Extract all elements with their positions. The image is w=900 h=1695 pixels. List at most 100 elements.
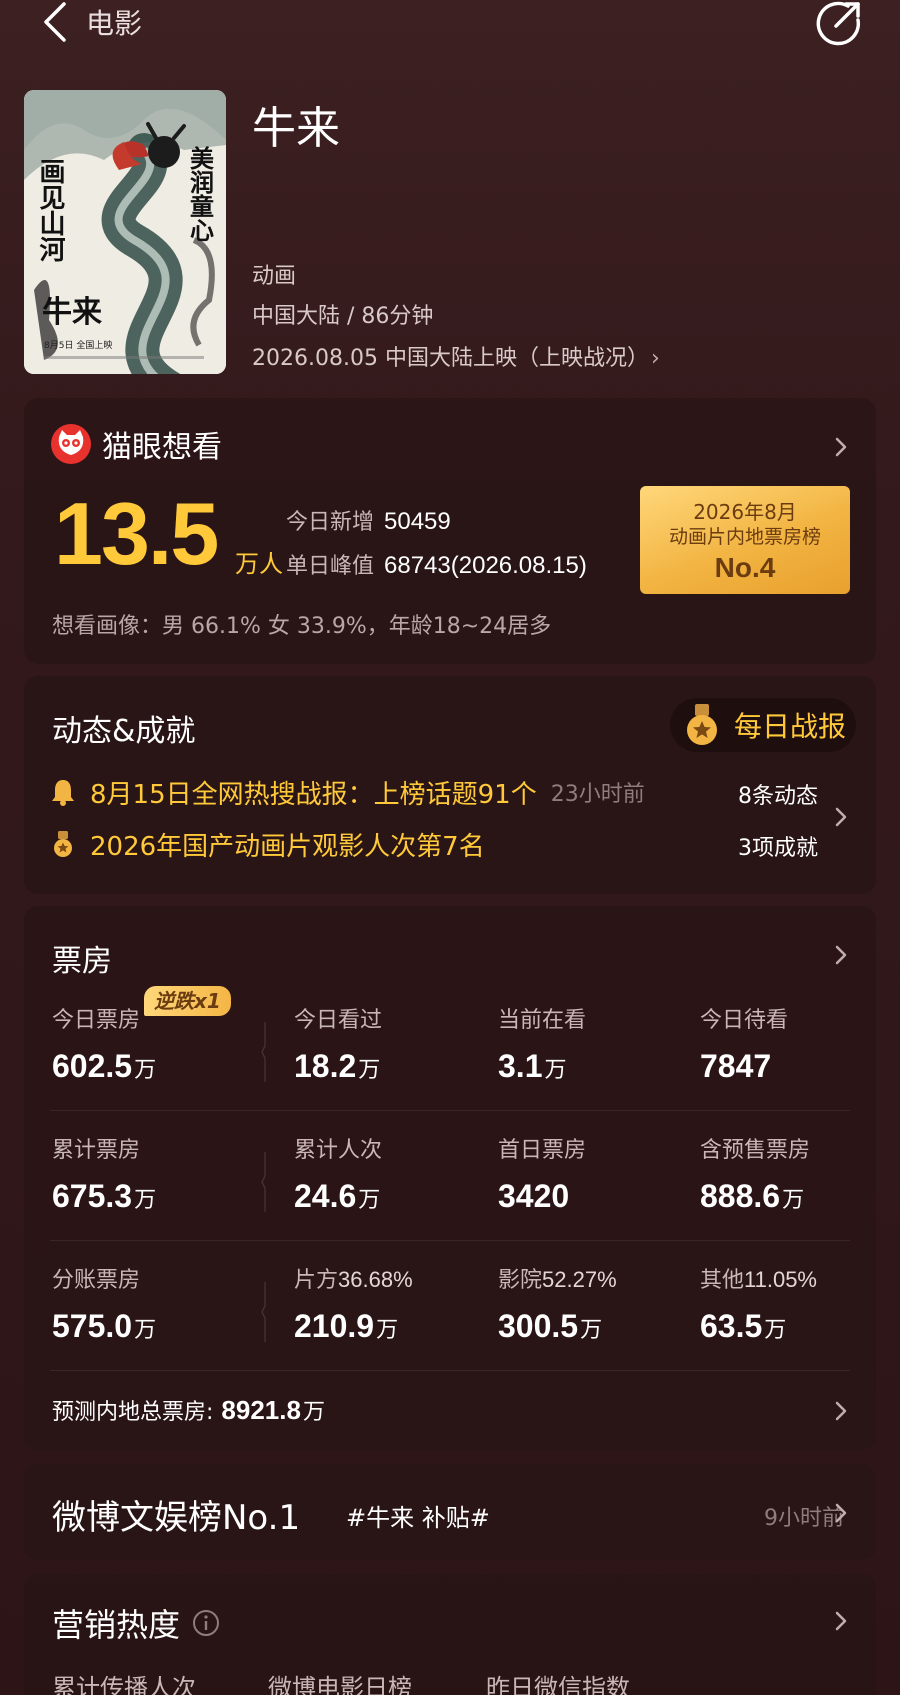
dynamics-item[interactable]: 8月15日全网热搜战报：上榜话题91个 23小时前: [50, 772, 645, 812]
peak-value: 68743(2026.08.15): [384, 552, 587, 579]
info-icon[interactable]: [192, 1609, 220, 1637]
release-info-text: 2026.08.05 中国大陆上映（上映战况）: [252, 346, 649, 371]
rank-badge-number: No.4: [714, 552, 776, 583]
forecast-label: 预测内地总票房:: [52, 1400, 214, 1425]
dynamics-card[interactable]: 动态&成就 每日战报 8月15日全网热搜战报：上榜话题91个 23小时前 202…: [24, 676, 876, 894]
stat-cell-total-box-office: 累计票房 675.3万: [52, 1132, 156, 1215]
stat-label: 累计票房: [52, 1138, 141, 1163]
stat-number: 3420: [498, 1178, 570, 1214]
marketing-heat-card[interactable]: 营销热度 累计传播人次 微博电影日榜 昨日微信指数: [24, 1574, 876, 1695]
stat-cell-producer-share: 片方36.68% 210.9万: [294, 1262, 413, 1345]
stat-number: 3.1: [498, 1048, 543, 1084]
today-new-value: 50459: [384, 508, 451, 535]
stat-percent: 36.68%: [338, 1267, 413, 1292]
stat-value: 24.6万: [294, 1178, 382, 1215]
forecast-box-office[interactable]: 预测内地总票房: 8921.8 万: [52, 1394, 325, 1426]
dynamics-count: 8条动态: [738, 784, 818, 809]
stat-label: 分账票房: [52, 1268, 141, 1293]
stat-number: 575.0: [52, 1308, 133, 1344]
chevron-right-icon[interactable]: [834, 1610, 848, 1632]
stat-cell-cinema-share: 影院52.27% 300.5万: [498, 1262, 617, 1345]
stat-label: 片方36.68%: [294, 1262, 413, 1294]
marketing-heat-header: 营销热度: [52, 1600, 220, 1646]
stat-number: 602.5: [52, 1048, 133, 1084]
movie-poster[interactable]: 画见山河 美润童心 牛来 8月5日 全国上映: [24, 90, 226, 374]
stat-value: 675.3万: [52, 1178, 156, 1215]
stat-cell-today-watched: 今日看过 18.2万: [294, 1002, 382, 1085]
share-button[interactable]: [814, 0, 864, 46]
movie-region-duration: 中国大陆 / 86分钟: [252, 304, 434, 329]
stat-unit: 万: [134, 1318, 157, 1343]
weibo-rank-title: 微博文娱榜No.1: [52, 1498, 301, 1538]
dynamics-title: 动态&成就: [52, 714, 196, 749]
stat-label: 首日票房: [498, 1138, 587, 1163]
stat-label: 其他11.05%: [700, 1262, 817, 1294]
movie-title: 牛来: [252, 103, 340, 154]
stat-cell-with-presale: 含预售票房 888.6万: [700, 1132, 810, 1215]
column-divider: [261, 1022, 266, 1082]
today-new-stat: 今日新增 50459: [286, 504, 451, 536]
stat-unit: 万: [358, 1188, 381, 1213]
box-office-row: 分账票房 575.0万 片方36.68% 210.9万 影院52.27% 300…: [24, 1262, 876, 1362]
box-office-rank-badge[interactable]: 2026年8月 动画片内地票房榜 No.4: [640, 486, 850, 594]
stat-number: 63.5: [700, 1308, 763, 1344]
rank-badge-month: 2026年8月: [693, 500, 797, 524]
release-info-link[interactable]: 2026.08.05 中国大陆上映（上映战况）›: [252, 340, 660, 372]
stat-value: 18.2万: [294, 1048, 382, 1085]
stat-label-text: 片方: [294, 1268, 339, 1293]
want-count-value: 13.5: [54, 484, 219, 583]
achievement-item[interactable]: 2026年国产动画片观影人次第7名: [50, 824, 485, 864]
back-button[interactable]: [38, 2, 78, 42]
maoyan-cat-logo-icon: [51, 424, 91, 464]
stat-value: 300.5万: [498, 1308, 617, 1345]
weibo-rank-card[interactable]: 微博文娱榜No.1 #牛来 补贴# 9小时前: [24, 1464, 876, 1560]
movie-genre: 动画: [252, 264, 297, 289]
weibo-hashtag: #牛来 补贴#: [346, 1504, 490, 1532]
stat-cell-to-watch: 今日待看 7847: [700, 1002, 788, 1085]
poster-date-text: 8月5日 全国上映: [44, 339, 112, 351]
dynamics-item-text: 8月15日全网热搜战报：上榜话题91个: [90, 779, 537, 810]
stat-value: 63.5万: [700, 1308, 817, 1345]
achievement-item-text: 2026年国产动画片观影人次第7名: [90, 831, 485, 862]
stat-unit: 万: [134, 1058, 157, 1083]
want-count-unit: 万人: [235, 550, 283, 578]
stat-cell-today-box-office: 今日票房 602.5万: [52, 1002, 156, 1085]
peak-label: 单日峰值: [286, 554, 375, 579]
daily-report-button[interactable]: 每日战报: [670, 698, 856, 752]
rank-badge-category: 动画片内地票房榜: [668, 526, 821, 548]
stat-value: 210.9万: [294, 1308, 413, 1345]
stat-label: 当前在看: [498, 1008, 587, 1033]
stat-label: 今日票房: [52, 1008, 141, 1033]
stat-number: 7847: [700, 1048, 772, 1084]
chevron-right-icon[interactable]: [834, 1400, 848, 1422]
chevron-right-icon[interactable]: [834, 944, 848, 966]
stat-number: 210.9: [294, 1308, 375, 1344]
poster-calligraphy-left: 画见山河: [35, 158, 65, 262]
chevron-right-icon[interactable]: [834, 1502, 848, 1524]
medal-icon: [687, 704, 717, 745]
stat-unit: 万: [782, 1188, 805, 1213]
stat-cell-now-watching: 当前在看 3.1万: [498, 1002, 586, 1085]
marketing-stat-label: 昨日微信指数: [486, 1674, 630, 1695]
marketing-stat-label: 累计传播人次: [52, 1674, 196, 1695]
stat-unit: 万: [134, 1188, 157, 1213]
column-divider: [261, 1152, 266, 1212]
row-divider: [50, 1110, 850, 1111]
stat-number: 888.6: [700, 1178, 781, 1214]
stat-unit: 万: [544, 1058, 567, 1083]
stat-label: 今日待看: [700, 1008, 789, 1033]
maoyan-want-card[interactable]: 猫眼想看 13.5 万人 今日新增 50459 单日峰值 68743(2026.08…: [24, 398, 876, 664]
poster-artwork: 画见山河 美润童心 牛来 8月5日 全国上映: [24, 90, 226, 374]
box-office-row: 累计票房 675.3万 累计人次 24.6万 首日票房 3420 含预售票房 8…: [24, 1132, 876, 1232]
peak-stat: 单日峰值 68743(2026.08.15): [286, 548, 587, 580]
poster-calligraphy-right: 美润童心: [186, 145, 215, 242]
row-divider: [50, 1240, 850, 1241]
stat-percent: 11.05%: [744, 1267, 817, 1292]
box-office-card[interactable]: 票房 逆跌x1 今日票房 602.5万 今日看过 18.2万 当前在看 3.1万…: [24, 906, 876, 1450]
stat-cell-split-box-office: 分账票房 575.0万: [52, 1262, 156, 1345]
reverse-trend-badge[interactable]: 逆跌x1: [144, 986, 231, 1016]
stat-unit: 万: [580, 1318, 603, 1343]
chevron-right-icon[interactable]: [834, 806, 848, 828]
daily-report-label: 每日战报: [734, 710, 847, 743]
stat-value: 3.1万: [498, 1048, 586, 1085]
